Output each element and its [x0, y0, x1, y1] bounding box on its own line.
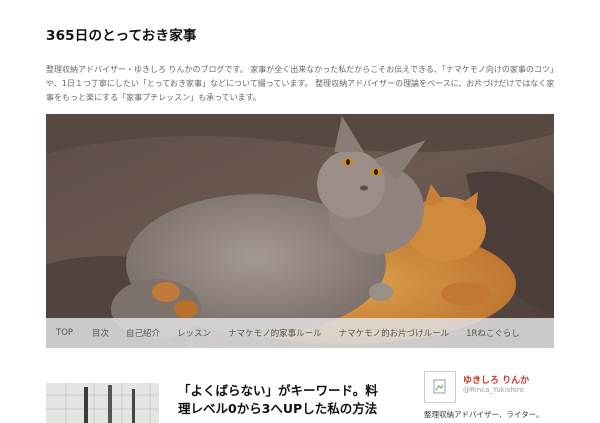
- post-title[interactable]: 「よくばらない」がキーワード。料理レベル0から3へUPした私の方法: [178, 382, 388, 418]
- site-description: 整理収納アドバイザー・ゆきしろ りんかのブログです。 家事が全く出来なかった私だ…: [46, 65, 555, 102]
- nav-item-top[interactable]: TOP: [56, 328, 73, 338]
- cats-photo: [46, 114, 554, 348]
- nav-item-contents[interactable]: 目次: [92, 327, 109, 339]
- nav-item-cat-life[interactable]: 1Rねこぐらし: [466, 327, 520, 339]
- main-navigation: TOP 目次 自己紹介 レッスン ナマケモノ的家事ルール ナマケモノ的お片づけル…: [46, 318, 554, 348]
- nav-item-lesson[interactable]: レッスン: [177, 327, 211, 339]
- profile-name[interactable]: ゆきしろ りんか: [463, 373, 529, 386]
- kitchen-photo: [46, 383, 159, 423]
- post-thumbnail[interactable]: [46, 383, 159, 423]
- nav-item-profile[interactable]: 自己紹介: [126, 327, 160, 339]
- nav-item-tidying-rules[interactable]: ナマケモノ的お片づけルール: [339, 327, 450, 339]
- profile-bio: 整理収納アドバイザー、ライター。: [424, 410, 544, 419]
- header-image: [46, 114, 554, 348]
- profile-handle[interactable]: @Rinca_Yukishiro: [463, 386, 524, 394]
- site-title[interactable]: 365日のとっておき家事: [46, 24, 197, 44]
- nav-item-housework-rules[interactable]: ナマケモノ的家事ルール: [228, 327, 322, 339]
- broken-image-icon: [433, 379, 446, 394]
- profile-avatar[interactable]: [424, 371, 456, 403]
